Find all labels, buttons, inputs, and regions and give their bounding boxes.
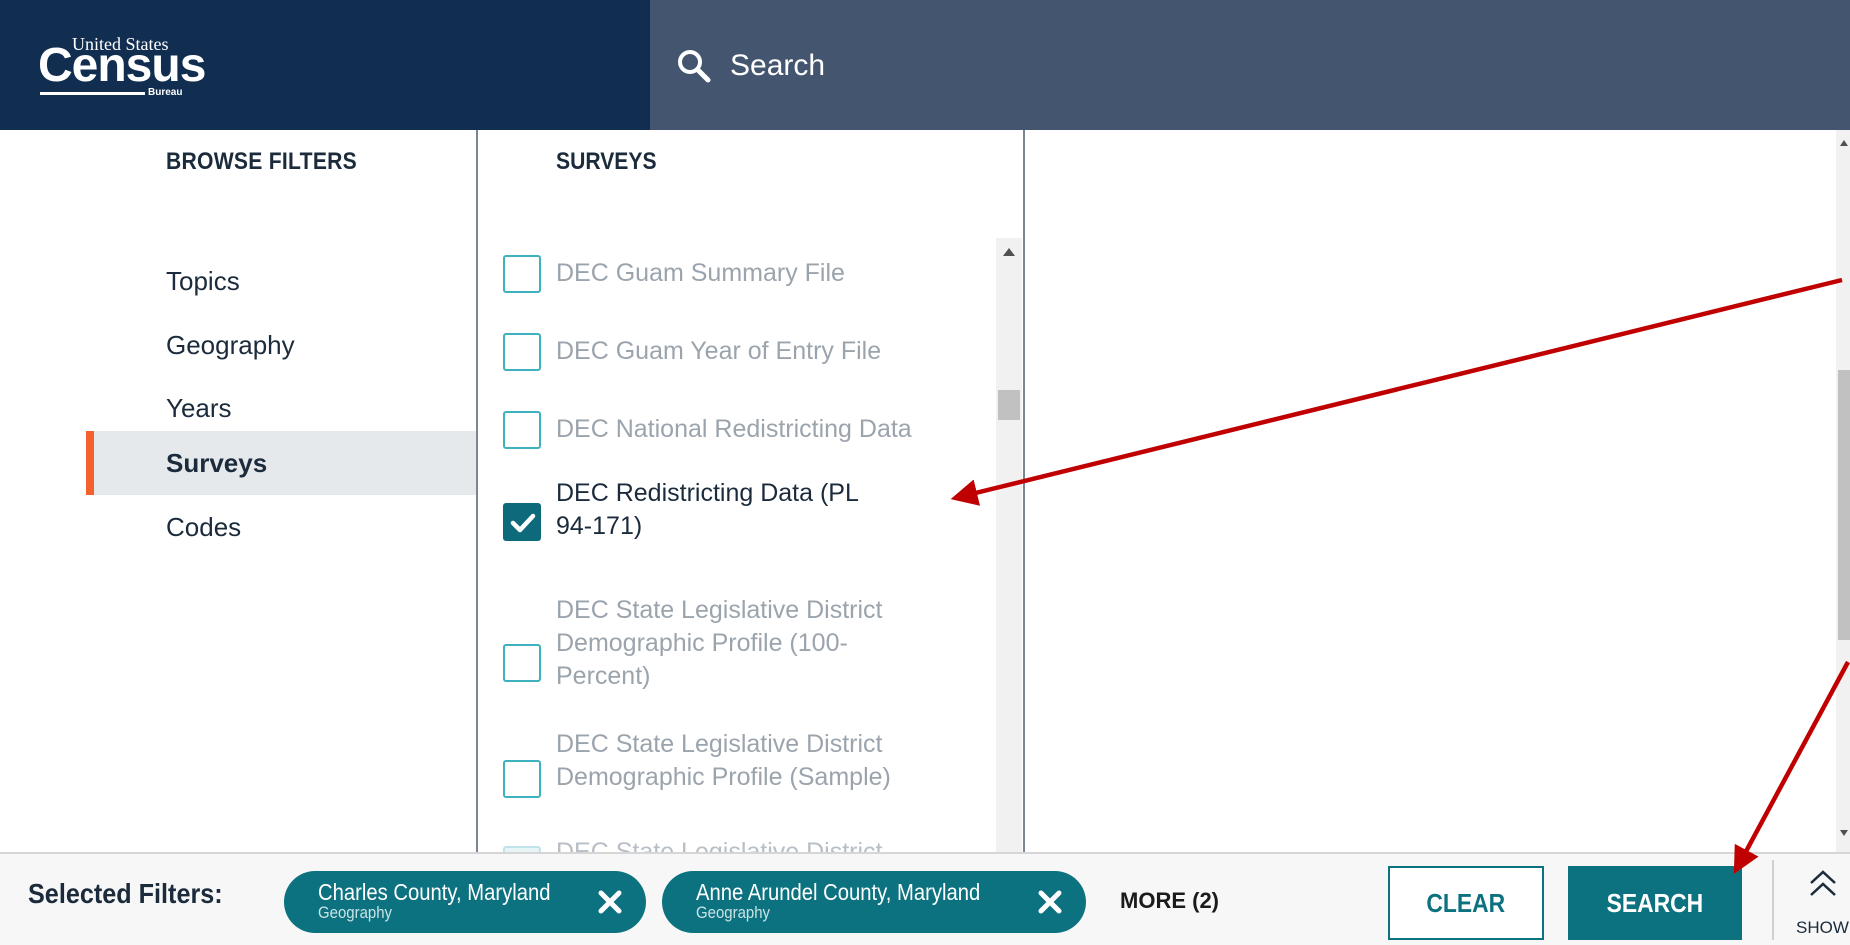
- more-filters-link[interactable]: MORE (2): [1120, 888, 1219, 914]
- survey-checkbox[interactable]: [503, 411, 541, 449]
- search-button-label: SEARCH: [1606, 887, 1704, 918]
- browse-active-highlight: [86, 431, 476, 495]
- survey-label: DEC Guam Year of Entry File: [556, 337, 882, 365]
- logo-bureau-text: Bureau: [148, 87, 183, 98]
- scroll-down-arrow-icon[interactable]: [1840, 830, 1848, 836]
- sidebar-item-codes[interactable]: Codes: [166, 511, 241, 543]
- scroll-up-arrow-icon[interactable]: [1840, 140, 1848, 146]
- remove-filter-icon[interactable]: [596, 888, 624, 916]
- browse-active-indicator: [86, 431, 94, 495]
- page-scrollbar[interactable]: [1836, 130, 1850, 852]
- logo-underline: [40, 92, 145, 95]
- sidebar-item-years[interactable]: Years: [166, 392, 232, 424]
- sidebar-item-topics[interactable]: Topics: [166, 265, 240, 297]
- survey-label: DEC Redistricting Data (PL 94-171): [556, 479, 858, 540]
- search-icon[interactable]: [676, 48, 712, 84]
- scrollbar-thumb[interactable]: [998, 390, 1020, 420]
- surveys-title: SURVEYS: [556, 148, 657, 175]
- scroll-up-arrow-icon[interactable]: [1003, 248, 1015, 256]
- footer-divider: [1772, 860, 1774, 940]
- checkmark-icon: [510, 513, 536, 533]
- census-logo[interactable]: United States Census Bureau: [38, 30, 208, 102]
- filter-chip[interactable]: Charles County, Maryland Geography: [284, 871, 646, 933]
- clear-button[interactable]: CLEAR: [1388, 866, 1544, 940]
- show-toggle-label[interactable]: SHOW: [1796, 918, 1849, 938]
- survey-label: DEC Guam Summary File: [556, 259, 845, 287]
- selected-filters-label: Selected Filters:: [28, 878, 223, 909]
- chip-subtitle: Geography: [696, 903, 771, 922]
- survey-label: DEC State Legislative District Demograph…: [556, 596, 883, 690]
- sidebar-item-surveys[interactable]: Surveys: [166, 447, 267, 479]
- survey-label: DEC National Redistricting Data: [556, 415, 912, 443]
- survey-label: DEC State Legislative District: [556, 838, 883, 852]
- survey-checkbox-checked[interactable]: [503, 503, 541, 541]
- survey-checkbox[interactable]: [503, 333, 541, 371]
- annotation-arrow: [950, 277, 1843, 506]
- logo-main-text: Census: [38, 39, 206, 92]
- sidebar-item-geography[interactable]: Geography: [166, 329, 295, 361]
- column-divider: [1023, 130, 1025, 852]
- chip-title: Anne Arundel County, Maryland: [696, 879, 981, 905]
- chip-title: Charles County, Maryland: [318, 879, 551, 905]
- survey-list-scrollbar[interactable]: [996, 238, 1022, 852]
- browse-filters-title: BROWSE FILTERS: [166, 148, 358, 175]
- survey-checkbox[interactable]: [503, 255, 541, 293]
- survey-checkbox[interactable]: [503, 644, 541, 682]
- filter-chip[interactable]: Anne Arundel County, Maryland Geography: [662, 871, 1086, 933]
- survey-checkbox[interactable]: [503, 760, 541, 798]
- annotation-arrow: [1733, 660, 1850, 874]
- search-button[interactable]: SEARCH: [1568, 866, 1742, 940]
- header-search-bar[interactable]: [650, 0, 1850, 130]
- survey-label: DEC State Legislative District Demograph…: [556, 730, 891, 791]
- remove-filter-icon[interactable]: [1036, 888, 1064, 916]
- chip-subtitle: Geography: [318, 903, 393, 922]
- clear-button-label: CLEAR: [1426, 887, 1506, 918]
- survey-list: DEC Guam Summary File DEC Guam Year of E…: [478, 238, 998, 852]
- scrollbar-thumb[interactable]: [1838, 370, 1850, 640]
- double-chevron-up-icon[interactable]: [1808, 868, 1838, 902]
- search-input[interactable]: Search: [730, 48, 825, 84]
